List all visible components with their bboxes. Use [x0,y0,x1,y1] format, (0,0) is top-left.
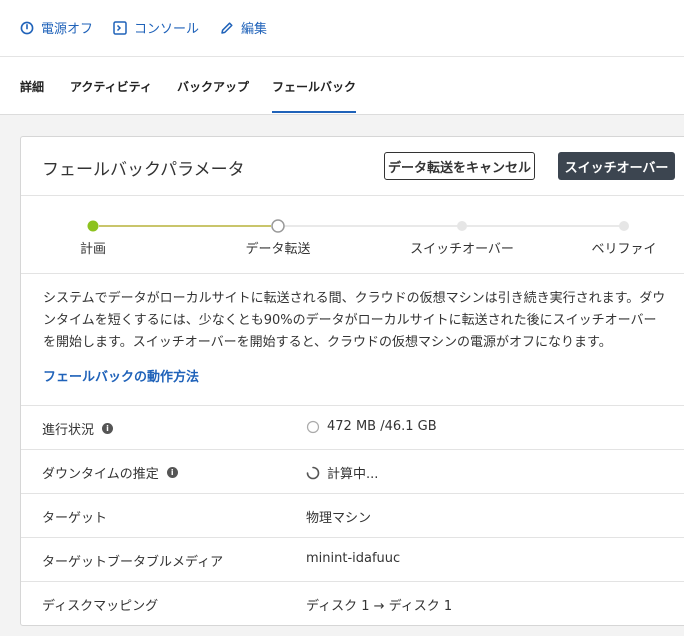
tab-bar: 詳細 アクティビティ バックアップ フェールバック [0,57,684,115]
edit-button[interactable]: 編集 [220,18,267,37]
row-label: ターゲットブータブルメディア [42,555,224,570]
tab-details[interactable]: 詳細 [20,78,44,95]
power-off-button[interactable]: 電源オフ [20,18,93,37]
row-value: 472 MB /46.1 GB [327,419,437,434]
edit-label: 編集 [241,22,268,37]
info-icon[interactable]: i [102,423,114,434]
step-label-transfer: データ転送 [245,242,311,257]
switchover-button[interactable]: スイッチオーバー [558,152,675,180]
step-label-verify: ベリファイ [591,242,657,257]
divider [21,195,684,196]
row-value: 計算中... [327,467,379,482]
tab-activity[interactable]: アクティビティ [70,78,152,95]
step-label-plan: 計画 [79,242,107,257]
progress-ring-icon [306,420,320,433]
step-dot-plan [87,220,99,232]
row-value: ディスク 1 → ディスク 1 [306,599,453,614]
tab-failback[interactable]: フェールバック [272,78,357,113]
step-dot-switchover [457,221,467,231]
pencil-icon [221,21,233,34]
row-label: ターゲット [42,511,108,526]
step-label-switchover: スイッチオーバー [410,242,514,257]
row-target: ターゲット 物理マシン [21,493,684,538]
cancel-transfer-button[interactable]: データ転送をキャンセル [384,152,535,180]
power-icon [20,21,34,34]
console-label: コンソール [134,22,200,37]
row-progress: 進行状況 i 472 MB /46.1 GB [21,405,684,450]
row-disk-mapping: ディスクマッピング ディスク 1 → ディスク 1 [21,581,684,626]
info-icon[interactable]: i [166,467,178,478]
power-off-label: 電源オフ [41,22,94,37]
row-label: ダウンタイムの推定 [42,467,159,482]
divider [21,273,684,274]
row-value: 物理マシン [306,511,372,526]
console-button[interactable]: コンソール [113,18,199,37]
step-dot-verify [619,221,629,231]
spinner-icon [306,466,320,479]
failback-parameters-card: フェールバックパラメータ データ転送をキャンセル スイッチオーバー 計画 データ… [20,136,684,626]
row-bootable-media: ターゲットブータブルメディア minint-idafuuc [21,537,684,582]
toolbar: 電源オフ コンソール 編集 [0,0,684,57]
row-value: minint-idafuuc [306,551,401,566]
description-text: システムでデータがローカルサイトに転送される間、クラウドの仮想マシンは引き続き実… [43,291,666,350]
row-downtime-estimate: ダウンタイムの推定 i 計算中... [21,449,684,494]
card-title: フェールバックパラメータ [42,160,245,180]
row-label: 進行状況 [42,423,95,438]
step-dot-transfer [271,219,285,233]
tab-backup[interactable]: バックアップ [177,78,249,95]
failback-help-link[interactable]: フェールバックの動作方法 [43,366,199,385]
progress-stepper [87,219,629,233]
console-icon [113,20,127,35]
row-label: ディスクマッピング [42,599,159,614]
